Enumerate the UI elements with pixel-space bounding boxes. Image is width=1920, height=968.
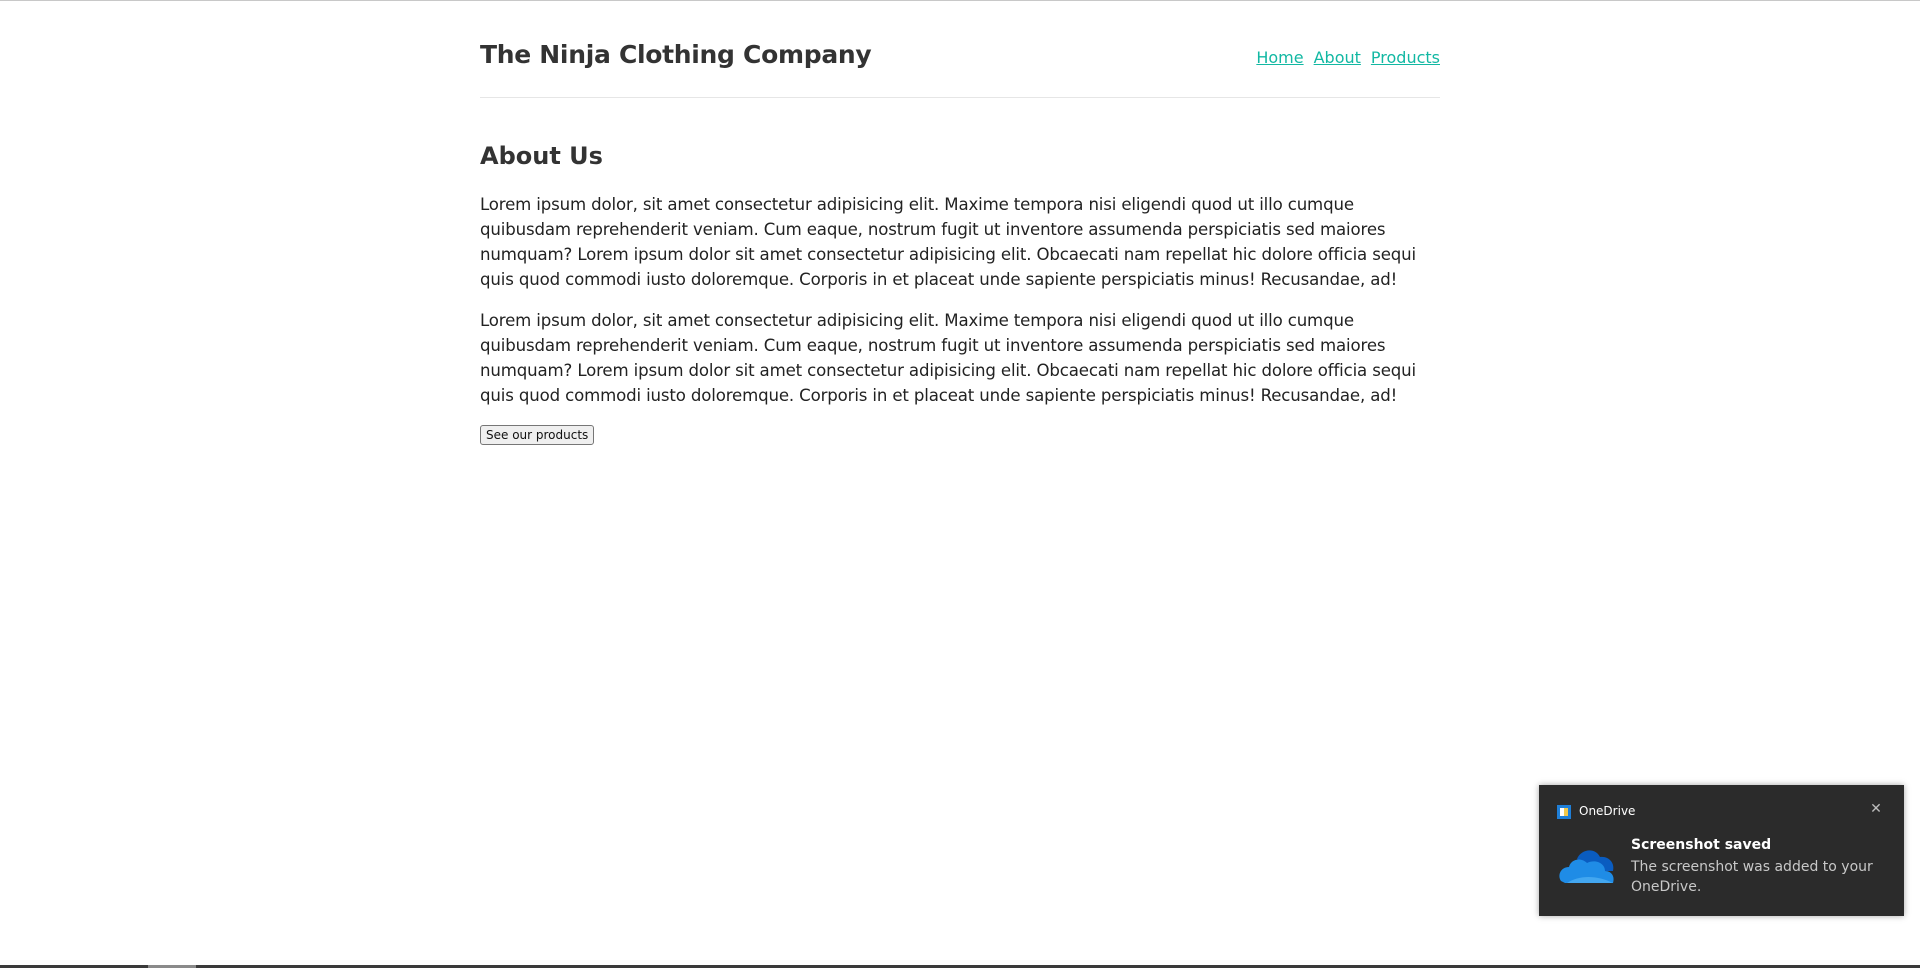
page-container: The Ninja Clothing Company Home About Pr… (480, 0, 1440, 445)
see-products-button[interactable]: See our products (480, 425, 595, 445)
close-icon[interactable]: ✕ (1866, 799, 1886, 819)
about-paragraph: Lorem ipsum dolor, sit amet consectetur … (480, 195, 1416, 289)
onedrive-notification[interactable]: OneDrive ✕ Screenshot saved The screensh… (1539, 785, 1904, 916)
toast-app-name: OneDrive (1579, 804, 1636, 818)
onedrive-cloud-icon (1559, 850, 1614, 883)
page-heading: About Us (480, 142, 603, 170)
about-paragraph: Lorem ipsum dolor, sit amet consectetur … (480, 311, 1416, 405)
onedrive-app-icon (1557, 805, 1571, 819)
nav-link-about[interactable]: About (1314, 48, 1361, 67)
site-header: The Ninja Clothing Company Home About Pr… (480, 0, 1440, 98)
site-title: The Ninja Clothing Company (480, 40, 872, 69)
toast-body: The screenshot was added to your OneDriv… (1631, 859, 1873, 895)
nav-link-home[interactable]: Home (1256, 48, 1303, 67)
toast-title: Screenshot saved (1631, 837, 1772, 853)
main-nav: Home About Products (1256, 48, 1440, 67)
main-content: About Us Lorem ipsum dolor, sit amet con… (480, 98, 1440, 445)
nav-link-products[interactable]: Products (1371, 48, 1440, 67)
